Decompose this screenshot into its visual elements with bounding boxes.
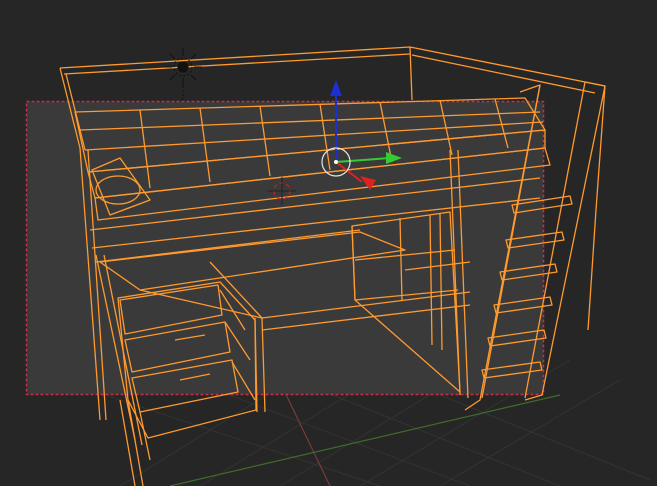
3d-viewport[interactable] — [0, 0, 657, 486]
gizmo-origin-dot — [334, 160, 338, 164]
